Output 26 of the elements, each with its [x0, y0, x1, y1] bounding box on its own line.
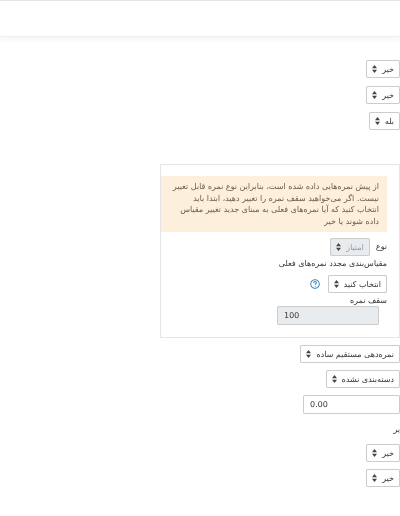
- select-field[interactable]: خیر: [366, 469, 400, 487]
- input-field[interactable]: 0.00: [303, 395, 400, 414]
- sort-arrows-icon: [374, 117, 380, 125]
- help-icon[interactable]: [310, 279, 320, 289]
- field-label: نوع: [376, 242, 387, 252]
- sort-arrows-icon: [306, 350, 312, 358]
- select-field[interactable]: بله: [368, 112, 400, 130]
- sort-arrows-icon: [336, 243, 342, 251]
- sort-arrows-icon: [372, 65, 378, 73]
- select-field[interactable]: خیر: [366, 60, 400, 78]
- sort-arrows-icon: [372, 449, 378, 457]
- field-label: سقف نمره: [350, 296, 387, 306]
- select-field[interactable]: انتخاب کنید: [328, 275, 387, 293]
- select-field[interactable]: دسته‌بندی نشده: [326, 370, 400, 388]
- warning-message: از پیش نمره‌هایی داده شده است، بنابراین نوع نمره قابل تغییر نیست. اگر می‌خواهید سقف نمره را تغییر دهید، ابتدا باید انتخاب کنید که آیا نمره‌های فعلی به مبنای جدید تغییر مقیاس داده شوند یا خیر: [161, 176, 387, 232]
- sort-arrows-icon: [332, 375, 337, 383]
- select-field[interactable]: نمره‌دهی مستقیم ساده: [300, 345, 400, 363]
- input-field: 100: [277, 306, 379, 325]
- sort-arrows-icon: [372, 91, 378, 99]
- field-label: مقیاس‌بندی مجدد نمره‌های فعلی: [278, 259, 387, 269]
- select-field[interactable]: خیر: [366, 444, 400, 462]
- sort-arrows-icon: [334, 280, 339, 288]
- field-label: یر: [393, 425, 400, 435]
- sort-arrows-icon: [372, 474, 378, 482]
- select-field[interactable]: خیر: [366, 86, 400, 104]
- select-field: امتیاز: [330, 238, 370, 256]
